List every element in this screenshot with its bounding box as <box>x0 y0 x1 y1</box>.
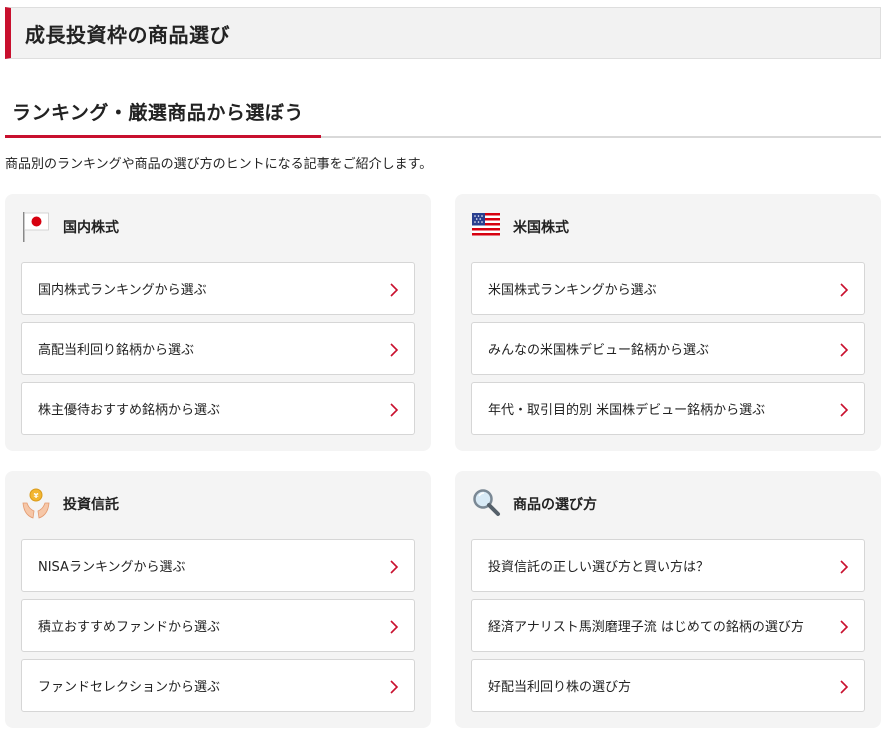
card-title: 投資信託 <box>63 497 119 513</box>
chevron-right-icon <box>840 403 849 417</box>
link-us-stock-ranking[interactable]: 米国株式ランキングから選ぶ <box>471 262 865 315</box>
link-recommended-funds[interactable]: 積立おすすめファンドから選ぶ <box>21 599 415 652</box>
card-investment-trusts: ¥ 投資信託 NISAランキングから選ぶ 積立おすすめファンドから選ぶ ファンド… <box>5 471 431 728</box>
link-shareholder-benefits[interactable]: 株主優待おすすめ銘柄から選ぶ <box>21 382 415 435</box>
link-label: 経済アナリスト馬渕磨理子流 はじめての銘柄の選び方 <box>488 620 804 635</box>
link-japan-stock-ranking[interactable]: 国内株式ランキングから選ぶ <box>21 262 415 315</box>
link-label: NISAランキングから選ぶ <box>38 560 186 575</box>
link-us-debut-by-age[interactable]: 年代・取引目的別 米国株デビュー銘柄から選ぶ <box>471 382 865 435</box>
chevron-right-icon <box>840 343 849 357</box>
chevron-right-icon <box>390 403 399 417</box>
card-us-stocks: 米国株式 米国株式ランキングから選ぶ みんなの米国株デビュー銘柄から選ぶ 年代・… <box>455 194 881 451</box>
link-analyst-stock-picking[interactable]: 経済アナリスト馬渕磨理子流 はじめての銘柄の選び方 <box>471 599 865 652</box>
card-japan-stocks: 国内株式 国内株式ランキングから選ぶ 高配当利回り銘柄から選ぶ 株主優待おすすめ… <box>5 194 431 451</box>
hands-coin-icon: ¥ <box>21 487 51 521</box>
link-fund-selection[interactable]: ファンドセレクションから選ぶ <box>21 659 415 712</box>
link-how-to-choose-funds[interactable]: 投資信託の正しい選び方と買い方は？ <box>471 539 865 592</box>
chevron-right-icon <box>840 560 849 574</box>
link-label: 国内株式ランキングから選ぶ <box>38 283 207 298</box>
japan-flag-icon <box>21 210 51 244</box>
link-label: 積立おすすめファンドから選ぶ <box>38 620 221 635</box>
chevron-right-icon <box>390 560 399 574</box>
link-label: みんなの米国株デビュー銘柄から選ぶ <box>488 343 710 358</box>
link-label: 米国株式ランキングから選ぶ <box>488 283 657 298</box>
chevron-right-icon <box>840 620 849 634</box>
card-header: 米国株式 <box>471 210 569 244</box>
link-label: 年代・取引目的別 米国株デビュー銘柄から選ぶ <box>488 403 766 418</box>
chevron-right-icon <box>840 680 849 694</box>
us-flag-icon <box>471 210 501 244</box>
link-label: 高配当利回り銘柄から選ぶ <box>38 343 195 358</box>
section-heading: ランキング・厳選商品から選ぼう <box>12 102 304 124</box>
magnifier-icon <box>471 487 501 521</box>
card-title: 商品の選び方 <box>513 497 597 513</box>
chevron-right-icon <box>390 620 399 634</box>
heading-accent-bar <box>5 135 321 138</box>
card-title: 米国株式 <box>513 220 569 236</box>
card-header: 国内株式 <box>21 210 119 244</box>
link-high-yield-stock-picking[interactable]: 好配当利回り株の選び方 <box>471 659 865 712</box>
link-us-debut-stocks[interactable]: みんなの米国株デビュー銘柄から選ぶ <box>471 322 865 375</box>
page-title: 成長投資枠の商品選び <box>5 7 881 59</box>
card-header: ¥ 投資信託 <box>21 487 119 521</box>
link-high-dividend[interactable]: 高配当利回り銘柄から選ぶ <box>21 322 415 375</box>
link-label: 株主優待おすすめ銘柄から選ぶ <box>38 403 221 418</box>
link-label: 投資信託の正しい選び方と買い方は？ <box>488 560 710 575</box>
card-header: 商品の選び方 <box>471 487 597 521</box>
link-label: ファンドセレクションから選ぶ <box>38 680 221 695</box>
chevron-right-icon <box>390 283 399 297</box>
link-nisa-ranking[interactable]: NISAランキングから選ぶ <box>21 539 415 592</box>
card-how-to-choose: 商品の選び方 投資信託の正しい選び方と買い方は？ 経済アナリスト馬渕磨理子流 は… <box>455 471 881 728</box>
section-intro: 商品別のランキングや商品の選び方のヒントになる記事をご紹介します。 <box>5 157 433 172</box>
card-title: 国内株式 <box>63 220 119 236</box>
chevron-right-icon <box>840 283 849 297</box>
chevron-right-icon <box>390 343 399 357</box>
link-label: 好配当利回り株の選び方 <box>488 680 632 695</box>
chevron-right-icon <box>390 680 399 694</box>
svg-text:¥: ¥ <box>34 492 39 500</box>
